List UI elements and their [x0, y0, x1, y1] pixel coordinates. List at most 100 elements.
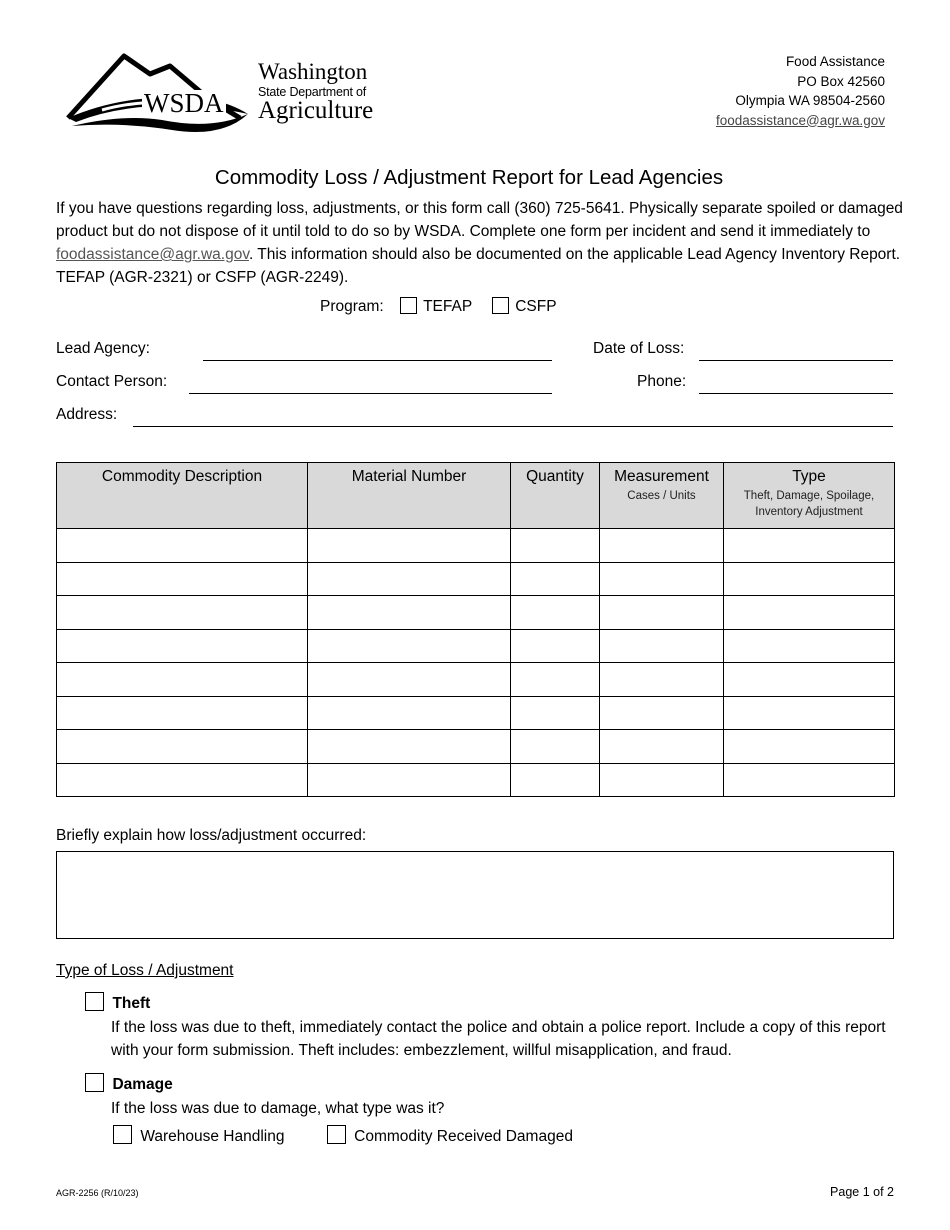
- logo-acronym: WSDA: [142, 88, 226, 118]
- program-label: Program:: [320, 298, 384, 315]
- theft-description: If the loss was due to theft, immediatel…: [111, 1019, 886, 1059]
- explain-label: Briefly explain how loss/adjustment occu…: [56, 827, 367, 844]
- cell-quantity[interactable]: [510, 628, 600, 663]
- cell-quantity[interactable]: [510, 528, 600, 563]
- phone-label: Phone:: [637, 373, 687, 390]
- cell-measurement[interactable]: [599, 762, 724, 797]
- cell-type[interactable]: [723, 628, 895, 663]
- commodity-received-damaged-label: Commodity Received Damaged: [354, 1128, 573, 1145]
- address-po-box: PO Box 42560: [797, 73, 885, 89]
- table-row: [56, 762, 895, 797]
- address-field[interactable]: [133, 426, 893, 427]
- cell-commodity-description[interactable]: [56, 628, 308, 663]
- lead-agency-field[interactable]: [203, 360, 552, 361]
- cell-material-number[interactable]: [307, 762, 511, 797]
- address-label: Address:: [56, 406, 118, 423]
- cell-measurement[interactable]: [599, 729, 724, 764]
- cell-quantity[interactable]: [510, 561, 600, 596]
- col-measurement-sub: Cases / Units: [627, 490, 696, 502]
- warehouse-handling-label: Warehouse Handling: [140, 1128, 285, 1145]
- cell-material-number[interactable]: [307, 695, 511, 730]
- table-row: [56, 561, 895, 596]
- intro-email-link[interactable]: foodassistance@agr.wa.gov: [56, 246, 249, 263]
- phone-field[interactable]: [699, 393, 893, 394]
- col-material-number: Material Number: [307, 462, 511, 529]
- logo-line-3: Agriculture: [258, 96, 374, 124]
- date-of-loss-label: Date of Loss:: [593, 340, 685, 357]
- damage-option: Damage: [85, 1073, 173, 1094]
- cell-measurement[interactable]: [599, 595, 724, 630]
- explain-textarea[interactable]: [56, 851, 894, 939]
- cell-type[interactable]: [723, 729, 895, 764]
- form-title: Commodity Loss / Adjustment Report for L…: [214, 166, 724, 189]
- cell-quantity[interactable]: [510, 729, 600, 764]
- table-row: [56, 729, 895, 764]
- col-quantity: Quantity: [510, 462, 600, 529]
- cell-measurement[interactable]: [599, 561, 724, 596]
- damage-type-options: Warehouse Handling Commodity Received Da…: [113, 1125, 573, 1148]
- cell-commodity-description[interactable]: [56, 561, 308, 596]
- cell-measurement[interactable]: [599, 628, 724, 663]
- cell-commodity-description[interactable]: [56, 729, 308, 764]
- cell-type[interactable]: [723, 561, 895, 596]
- cell-material-number[interactable]: [307, 729, 511, 764]
- damage-question: If the loss was due to damage, what type…: [111, 1100, 445, 1117]
- commodity-received-damaged-checkbox[interactable]: [326, 1125, 346, 1144]
- damage-label: Damage: [112, 1076, 173, 1093]
- table-row: [56, 528, 895, 563]
- cell-type[interactable]: [723, 662, 895, 697]
- table-row: [56, 695, 895, 730]
- contact-person-field[interactable]: [189, 393, 552, 394]
- damage-checkbox[interactable]: [85, 1073, 104, 1092]
- date-of-loss-field[interactable]: [699, 360, 893, 361]
- table-row: [56, 628, 895, 663]
- table-row: [56, 662, 895, 697]
- col-measurement: Measurement Cases / Units: [599, 462, 724, 529]
- intro-paragraph: If you have questions regarding loss, ad…: [56, 197, 906, 289]
- cell-material-number[interactable]: [307, 628, 511, 663]
- cell-type[interactable]: [723, 528, 895, 563]
- cell-commodity-description[interactable]: [56, 762, 308, 797]
- csfp-label: CSFP: [515, 298, 557, 315]
- cell-quantity[interactable]: [510, 695, 600, 730]
- address-email-link[interactable]: foodassistance@agr.wa.gov: [716, 113, 885, 128]
- theft-label: Theft: [112, 995, 151, 1012]
- cell-commodity-description[interactable]: [56, 662, 308, 697]
- cell-material-number[interactable]: [307, 595, 511, 630]
- cell-commodity-description[interactable]: [56, 528, 308, 563]
- cell-commodity-description[interactable]: [56, 595, 308, 630]
- table-row: [56, 595, 895, 630]
- cell-quantity[interactable]: [510, 662, 600, 697]
- address-block: Food Assistance PO Box 42560 Olympia WA …: [716, 52, 885, 130]
- cell-commodity-description[interactable]: [56, 695, 308, 730]
- intro-text-1: If you have questions regarding loss, ad…: [56, 200, 903, 240]
- cell-material-number[interactable]: [307, 528, 511, 563]
- contact-person-label: Contact Person:: [56, 373, 168, 390]
- lead-agency-label: Lead Agency:: [56, 340, 150, 357]
- cell-measurement[interactable]: [599, 528, 724, 563]
- table-header-row: Commodity Description Material Number Qu…: [56, 462, 895, 529]
- tefap-label: TEFAP: [423, 298, 472, 315]
- csfp-checkbox[interactable]: [492, 297, 510, 314]
- logo-line-1: Washington: [258, 59, 368, 84]
- cell-type[interactable]: [723, 762, 895, 797]
- cell-quantity[interactable]: [510, 595, 600, 630]
- commodity-table: Commodity Description Material Number Qu…: [56, 462, 895, 797]
- cell-quantity[interactable]: [510, 762, 600, 797]
- col-commodity-description: Commodity Description: [56, 462, 308, 529]
- col-type: Type Theft, Damage, Spoilage, Inventory A…: [723, 462, 895, 529]
- theft-checkbox[interactable]: [85, 992, 104, 1011]
- cell-measurement[interactable]: [599, 662, 724, 697]
- cell-measurement[interactable]: [599, 695, 724, 730]
- type-of-loss-heading: Type of Loss / Adjustment: [56, 962, 234, 979]
- form-id: AGR-2256 (R/10/23): [56, 1188, 139, 1198]
- cell-material-number[interactable]: [307, 561, 511, 596]
- theft-option: Theft: [85, 992, 150, 1013]
- cell-type[interactable]: [723, 695, 895, 730]
- cell-type[interactable]: [723, 595, 895, 630]
- logo-wordmark: Washington State Department of Agricultu…: [258, 60, 373, 123]
- col-type-sub: Theft, Damage, Spoilage, Inventory Adjus…: [743, 490, 875, 518]
- warehouse-handling-checkbox[interactable]: [113, 1125, 132, 1144]
- cell-material-number[interactable]: [307, 662, 511, 697]
- tefap-checkbox[interactable]: [400, 297, 418, 314]
